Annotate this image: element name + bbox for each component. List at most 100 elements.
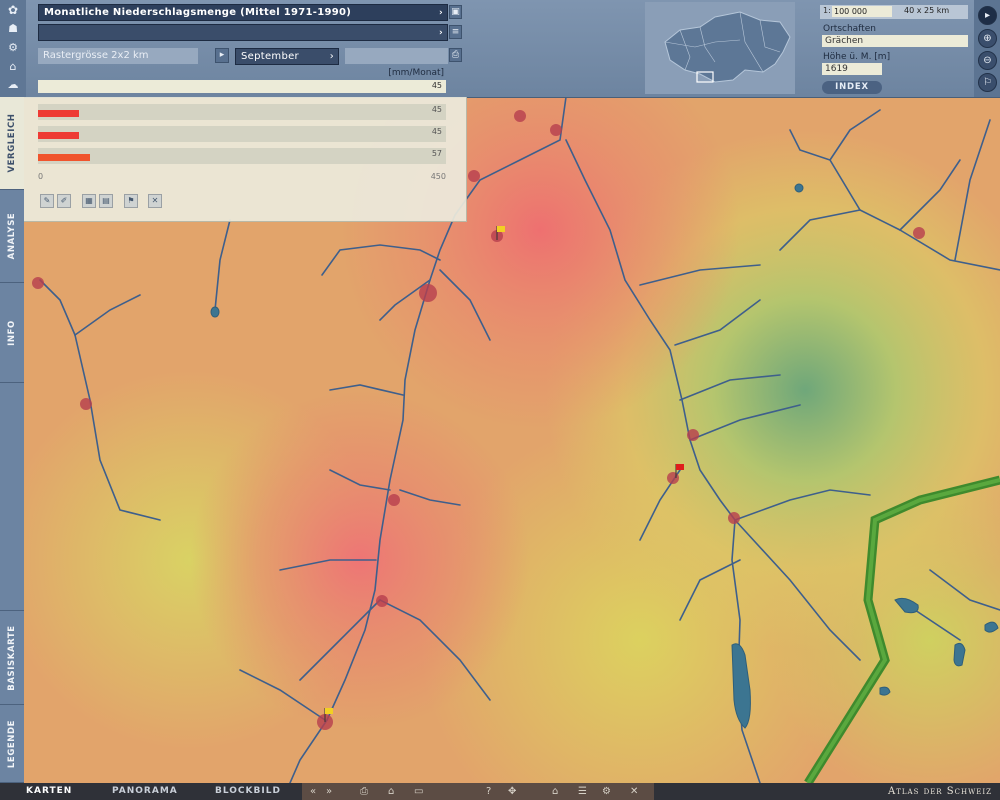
grid-size-label: Rastergrösse 2x2 km <box>43 50 149 61</box>
grid-button[interactable]: ▦ <box>82 194 96 208</box>
list-icon: ≡ <box>451 27 460 37</box>
nature-icon[interactable]: ✿ <box>4 3 22 17</box>
submap-options-button[interactable]: ≡ <box>449 25 462 39</box>
grid-alt-button[interactable]: ▤ <box>99 194 113 208</box>
submap-field[interactable]: › <box>38 24 448 41</box>
zoom-out-button[interactable]: ⊖ <box>978 51 997 70</box>
square-icon: ▣ <box>451 7 460 17</box>
tab-basiskarte[interactable]: BASISKARTE <box>0 611 24 705</box>
grid-size-field: Rastergrösse 2x2 km <box>38 48 198 64</box>
settlement-marker <box>80 398 92 410</box>
comparison-bar <box>38 110 79 117</box>
back-icon[interactable]: « <box>310 783 316 800</box>
forward-icon[interactable]: » <box>326 783 332 800</box>
comparison-value: 57 <box>431 149 442 158</box>
delete-button[interactable]: ✕ <box>148 194 162 208</box>
map-title: Monatliche Niederschlagsmenge (Mittel 19… <box>44 7 352 18</box>
month-select[interactable]: September › <box>235 48 339 65</box>
tab-label: BASISKARTE <box>7 624 17 691</box>
zoom-in-icon: ⊕ <box>983 33 992 44</box>
current-value: 45 <box>431 81 442 90</box>
tab-label: INFO <box>7 319 17 346</box>
scale-box: 1: 100 000 40 x 25 km <box>820 5 968 19</box>
zoom-in-button[interactable]: ⊕ <box>978 29 997 48</box>
tab-legende[interactable]: LEGENDE <box>0 705 24 783</box>
tab-blockbild[interactable]: BLOCKBILD <box>215 783 281 800</box>
edit-tool-button[interactable]: ✐ <box>57 194 71 208</box>
side-tab-bar: VERGLEICH ANALYSE INFO BASISKARTE LEGEND… <box>0 97 24 783</box>
flag-icon: ⚐ <box>983 77 992 88</box>
state-icon[interactable]: ⌂ <box>4 60 22 74</box>
pin-tool-button[interactable]: ✎ <box>40 194 54 208</box>
map-title-field[interactable]: Monatliche Niederschlagsmenge (Mittel 19… <box>38 4 448 21</box>
delete-icon: ✕ <box>151 196 159 205</box>
grid-icon: ▦ <box>85 196 93 205</box>
settings-icon[interactable]: ⚙ <box>602 783 611 800</box>
place-field[interactable]: Grächen <box>822 35 968 47</box>
print-icon[interactable]: ⎙ <box>360 783 368 800</box>
comparison-bar-row: 45 <box>38 104 446 120</box>
settlement-marker <box>913 227 925 239</box>
comparison-bar-row: 45 <box>38 126 446 142</box>
tab-vergleich[interactable]: VERGLEICH <box>0 97 24 190</box>
home-alt-icon[interactable]: ⌂ <box>552 783 558 800</box>
bottom-bar: KARTEN PANORAMA BLOCKBILD « » ⎙ ⌂ ▭ ? ✥ … <box>0 783 1000 800</box>
comparison-panel: 45 45 57 0 450 ✎ ✐ ▦ ▤ ⚑ ✕ <box>24 97 467 222</box>
economy-icon[interactable]: ⚙ <box>4 41 22 55</box>
places-label: Ortschaften <box>823 24 876 34</box>
comparison-bar <box>38 132 79 139</box>
play-icon: ▸ <box>219 50 225 60</box>
window-icon[interactable]: ▭ <box>414 783 423 800</box>
cursor-icon: ▸ <box>984 10 991 21</box>
tab-spacer <box>0 383 24 611</box>
top-toolbar: ✿ ☗ ⚙ ⌂ ☁ Monatliche Niederschlagsmenge … <box>0 0 1000 98</box>
settlement-marker <box>514 110 526 122</box>
pan-button[interactable]: ⚐ <box>978 73 997 92</box>
settlement-marker <box>32 277 44 289</box>
settlement-marker <box>728 512 740 524</box>
environment-icon[interactable]: ☁ <box>4 78 22 92</box>
lake <box>879 686 891 696</box>
print-button[interactable]: ⎙ <box>449 48 462 62</box>
move-icon[interactable]: ✥ <box>508 783 516 800</box>
scale-input[interactable]: 100 000 <box>832 6 892 17</box>
tab-info[interactable]: INFO <box>0 283 24 383</box>
index-button[interactable]: INDEX <box>822 81 882 94</box>
map-extent: 40 x 25 km <box>904 6 950 15</box>
pin-tool-icon: ✎ <box>43 196 51 205</box>
axis-min: 0 <box>38 172 44 181</box>
tab-analyse[interactable]: ANALYSE <box>0 190 24 283</box>
tab-karten[interactable]: KARTEN <box>26 783 72 800</box>
settlement-marker <box>419 284 437 302</box>
help-icon[interactable]: ? <box>486 783 491 800</box>
pointer-button[interactable]: ▸ <box>978 6 997 25</box>
close-icon[interactable]: ✕ <box>630 783 638 800</box>
settlement-marker <box>687 429 699 441</box>
settlement-marker <box>376 595 388 607</box>
population-icon[interactable]: ☗ <box>4 22 22 36</box>
list-icon[interactable]: ☰ <box>578 783 587 800</box>
settlement-marker <box>468 170 480 182</box>
tab-label: LEGENDE <box>7 719 17 768</box>
lake <box>794 183 804 193</box>
comparison-bar <box>38 154 90 161</box>
comparison-value: 45 <box>431 105 442 114</box>
home-icon[interactable]: ⌂ <box>388 783 394 800</box>
map-options-button[interactable]: ▣ <box>449 5 462 19</box>
tab-panorama[interactable]: PANORAMA <box>112 783 178 800</box>
tab-label: VERGLEICH <box>7 113 17 173</box>
scale-prefix: 1: <box>823 6 831 15</box>
play-button[interactable]: ▸ <box>215 48 229 63</box>
edit-tool-icon: ✐ <box>60 196 68 205</box>
place-value: Grächen <box>825 36 864 46</box>
flag-tool-button[interactable]: ⚑ <box>124 194 138 208</box>
bottom-tools: « » ⎙ ⌂ ▭ ? ✥ ⌂ ☰ ⚙ ✕ <box>302 783 654 800</box>
altitude-label: Höhe ü. M. [m] <box>823 52 891 62</box>
zoom-out-icon: ⊖ <box>983 55 992 66</box>
switzerland-overview-map[interactable] <box>645 2 795 94</box>
settlement-marker <box>388 494 400 506</box>
comparison-value: 45 <box>431 127 442 136</box>
axis-max: 450 <box>430 172 446 181</box>
settlement-marker <box>550 124 562 136</box>
month-value: September <box>241 51 299 62</box>
